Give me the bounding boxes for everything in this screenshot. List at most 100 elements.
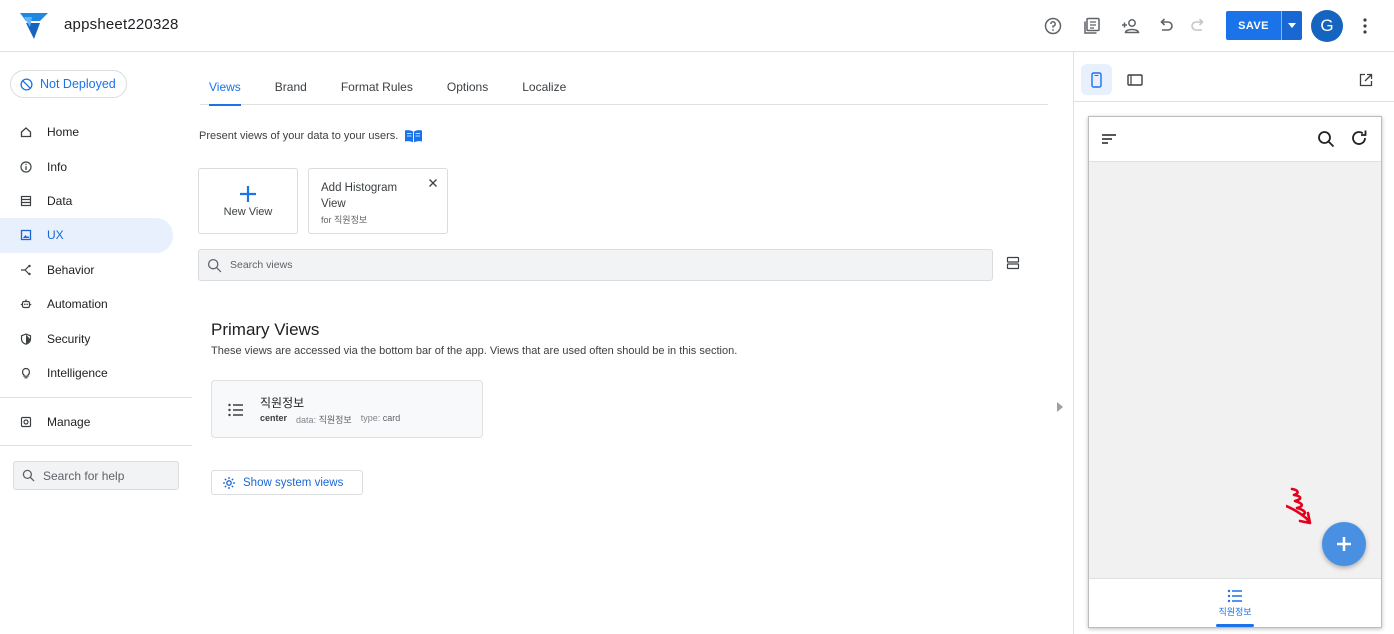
new-view-label: New View [223, 206, 273, 218]
sidebar-item-home[interactable]: Home [0, 115, 173, 149]
deploy-status-chip[interactable]: Not Deployed [10, 70, 127, 98]
phone-bottom-nav: 직원정보 [1089, 578, 1381, 627]
phone-app-bar [1089, 117, 1381, 162]
automation-icon [19, 297, 33, 311]
sidebar-item-behavior[interactable]: Behavior [0, 253, 173, 287]
intro-text: Present views of your data to your users… [199, 129, 423, 143]
help-search-input[interactable]: Search for help [13, 461, 179, 490]
book-icon[interactable] [404, 129, 423, 143]
behavior-icon [19, 263, 33, 277]
bottom-nav-item[interactable]: 직원정보 [1216, 589, 1254, 618]
home-icon [19, 125, 33, 139]
app-title: appsheet220328 [64, 16, 179, 33]
view-type: type: card [361, 413, 401, 426]
search-icon [207, 258, 222, 272]
shield-icon [19, 332, 33, 346]
list-icon [1227, 589, 1242, 603]
open-external-icon [1359, 73, 1372, 86]
redo-icon[interactable] [1186, 14, 1210, 38]
view-position: center [260, 413, 288, 423]
bottom-nav-label: 직원정보 [1218, 607, 1252, 617]
save-button[interactable]: SAVE [1226, 11, 1281, 40]
avatar[interactable]: G [1311, 10, 1343, 42]
suggested-view-title: Add Histogram View [321, 182, 398, 210]
lightbulb-icon [19, 366, 33, 380]
more-options-icon[interactable] [1356, 14, 1374, 38]
sidebar-nav: Home Info Data UX Behavior Automation Se… [0, 115, 192, 390]
sidebar-item-label: Data [47, 193, 73, 208]
help-icon[interactable] [1041, 14, 1065, 38]
tablet-preview-button[interactable] [1119, 64, 1150, 95]
mobile-preview-button[interactable] [1081, 64, 1112, 95]
search-views-input[interactable]: Search views [198, 249, 993, 281]
sidebar-item-security[interactable]: Security [0, 321, 173, 355]
show-system-views-label: Show system views [243, 476, 344, 489]
sidebar-item-info[interactable]: Info [0, 149, 173, 183]
show-system-views-button[interactable]: Show system views [211, 470, 363, 495]
collapse-preview-icon[interactable] [1056, 402, 1064, 412]
view-type-value: card [382, 413, 401, 423]
add-user-icon[interactable] [1119, 14, 1143, 38]
sidebar-item-data[interactable]: Data [0, 184, 173, 218]
view-name: 직원정보 [260, 396, 305, 410]
tab-brand[interactable]: Brand [258, 74, 324, 105]
deploy-status-label: Not Deployed [40, 77, 116, 91]
sidebar-item-ux[interactable]: UX [0, 218, 173, 253]
sidebar-item-label: Info [47, 159, 68, 174]
sidebar-item-manage[interactable]: Manage [0, 405, 173, 439]
save-options-dropdown[interactable] [1281, 11, 1302, 40]
sidebar-divider [0, 397, 192, 398]
refresh-icon[interactable] [1350, 129, 1368, 147]
tab-views[interactable]: Views [200, 74, 258, 106]
sidebar-item-label: Home [47, 125, 80, 140]
view-data-value: 직원정보 [318, 415, 352, 425]
appsheet-logo-icon [20, 13, 48, 39]
view-data-key: data: [296, 415, 317, 425]
sidebar-divider [0, 445, 192, 446]
primary-views-description: These views are accessed via the bottom … [211, 345, 738, 357]
sidebar-item-intelligence[interactable]: Intelligence [0, 356, 173, 390]
close-icon[interactable] [428, 178, 438, 188]
tablet-icon [1126, 73, 1143, 86]
plus-icon [1337, 537, 1351, 551]
data-icon [19, 194, 33, 208]
view-type-key: type: [360, 413, 381, 423]
sidebar-item-automation[interactable]: Automation [0, 287, 173, 321]
not-deployed-icon [20, 77, 33, 91]
add-button[interactable] [1322, 522, 1366, 566]
settings-gear-icon [223, 476, 235, 489]
app-preview-panel: 직원정보 [1073, 52, 1394, 634]
sidebar-item-label: UX [47, 228, 64, 243]
help-search-placeholder: Search for help [43, 468, 125, 483]
layout-toggle-icon[interactable] [1006, 256, 1020, 270]
phone-content [1089, 162, 1381, 578]
ux-icon [19, 228, 33, 242]
view-card[interactable]: 직원정보 center data: 직원정보 type: card [211, 380, 483, 438]
manage-icon [19, 415, 33, 429]
new-view-button[interactable]: New View [198, 168, 298, 234]
search-icon[interactable] [1317, 130, 1335, 148]
list-icon [228, 403, 243, 417]
bottom-nav-indicator [1216, 624, 1254, 627]
docs-icon[interactable] [1080, 14, 1104, 38]
plus-icon [240, 186, 256, 202]
primary-views-title: Primary Views [211, 320, 320, 339]
phone-preview: 직원정보 [1088, 116, 1382, 628]
tab-localize[interactable]: Localize [505, 74, 583, 105]
tab-format-rules[interactable]: Format Rules [324, 74, 430, 105]
tab-options[interactable]: Options [430, 74, 505, 105]
search-icon [22, 469, 35, 482]
annotation-arrow-scribble [1286, 487, 1312, 525]
chevron-down-icon [1288, 23, 1296, 28]
sidebar-item-label: Automation [47, 297, 108, 312]
open-in-new-window-button[interactable] [1350, 64, 1381, 95]
suggested-view-subtitle: for 직원정보 [321, 215, 368, 225]
undo-icon[interactable] [1154, 14, 1178, 38]
view-data: data: 직원정보 [296, 413, 352, 426]
menu-icon[interactable] [1101, 133, 1117, 145]
ux-tabs: Views Brand Format Rules Options Localiz… [200, 74, 1048, 106]
suggested-view-card[interactable]: Add Histogram View for 직원정보 [308, 168, 448, 234]
preview-toolbar [1074, 52, 1394, 102]
sidebar-item-label: Intelligence [47, 365, 108, 380]
info-icon [19, 160, 33, 174]
